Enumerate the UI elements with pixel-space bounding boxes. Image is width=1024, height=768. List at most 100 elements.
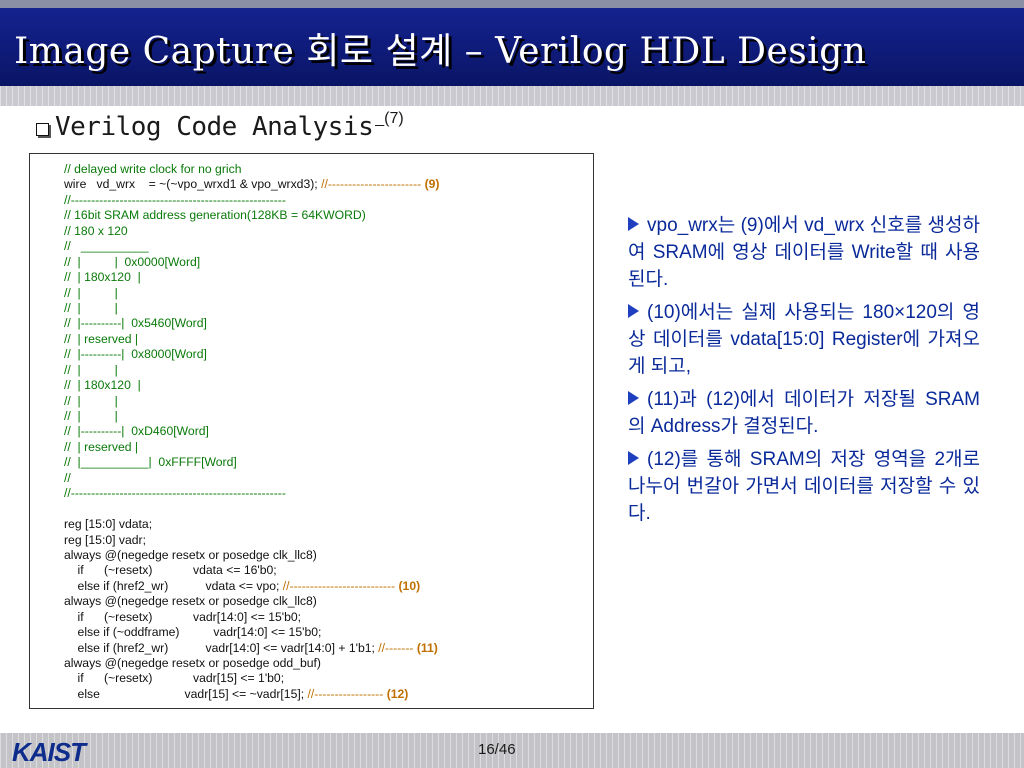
sub-stripe [0,86,1024,106]
code-box: // delayed write clock for no grich wire … [29,153,594,709]
code-segment: // 180 x 120 [64,223,128,238]
code-segment: // | | [64,409,118,423]
code-line: // 16bit SRAM address generation(128KB =… [64,208,439,223]
code-line: //--------------------------------------… [64,193,439,208]
code-line: if (~resetx) vadr[15] <= 1'b0; [64,671,439,686]
page-number: 16/46 [478,741,516,758]
code-segment: // delayed write clock for no grich [64,162,242,176]
code-line: // 180 x 120 [64,224,439,239]
code-segment: else if (href2_wr) vdata <= vpo; [64,578,283,593]
explanation-item: (11)과 (12)에서 데이터가 저장될 SRAM의 Address가 결정된… [628,386,980,440]
code-segment: // __________ [64,239,149,254]
code-line: // [64,471,439,486]
code-line: else if (href2_wr) vdata <= vpo; //-----… [64,579,439,594]
kaist-logo: KAIST [12,737,86,767]
section-heading: Verilog Code Analysis _(7) [36,110,404,142]
explanation-item: vpo_wrx는 (9)에서 vd_wrx 신호를 생성하여 SRAM에 영상 … [628,212,980,293]
title-bar: Image Capture 회로 설계 – Verilog HDL Design [0,8,1024,86]
code-line: else if (href2_wr) vadr[14:0] <= vadr[14… [64,641,439,656]
explanation-text: vpo_wrx는 (9)에서 vd_wrx 신호를 생성하여 SRAM에 영상 … [628,215,980,290]
arrow-bullet-icon [628,304,639,318]
code-line: // |----------| 0x8000[Word] [64,347,439,362]
arrow-bullet-icon [628,391,639,405]
code-line: // |__________| 0xFFFF[Word] [64,455,439,470]
explanation-list: vpo_wrx는 (9)에서 vd_wrx 신호를 생성하여 SRAM에 영상 … [628,212,980,533]
checkbox-bullet-icon [36,123,49,136]
code-segment: else vadr[15] <= ~vadr[15]; [64,686,308,701]
code-segment: reg [15:0] vdata; [64,517,153,532]
code-line: // | | [64,394,439,409]
code-line: if (~resetx) vadr[14:0] <= 15'b0; [64,610,439,625]
code-segment: //----------------- [307,686,387,701]
code-line: if (~resetx) vdata <= 16'b0; [64,563,439,578]
code-line: //--------------------------------------… [64,486,439,501]
code-segment: if (~resetx) vdata <= 16'b0; [64,563,277,578]
code-segment: //--------------------------------------… [64,486,286,501]
code-segment: // | | [64,300,118,315]
explanation-text: (12)를 통해 SRAM의 저장 영역을 2개로 나누어 번갈아 가면서 데이… [628,449,980,524]
top-stripe [0,0,1024,8]
code-segment: (9) [424,177,440,192]
code-line: // | | [64,301,439,316]
code-segment: // | 180x120 | [64,378,141,393]
code-listing: // delayed write clock for no grich wire … [64,162,439,702]
code-segment: // | | [64,285,118,300]
code-segment: (10) [398,578,421,593]
code-line: // | 180x120 | [64,378,439,393]
code-segment: else if (~oddframe) vadr[14:0] <= 15'b0; [64,625,322,640]
code-line: reg [15:0] vadr; [64,533,439,548]
code-line: always @(negedge resetx or posedge clk_l… [64,548,439,563]
code-segment: //------- [378,640,417,655]
code-segment: // | reserved | [64,331,139,346]
code-segment: //-------------------------- [282,578,399,593]
code-line: // | reserved | [64,440,439,455]
code-segment: always @(negedge resetx or posedge odd_b… [64,656,321,670]
arrow-bullet-icon [628,217,639,231]
code-line: // | | [64,409,439,424]
code-segment: always @(negedge resetx or posedge clk_l… [64,594,317,609]
code-segment: (11) [416,640,438,655]
code-line: // delayed write clock for no grich [64,162,439,177]
explanation-text: (11)과 (12)에서 데이터가 저장될 SRAM의 Address가 결정된… [628,389,980,437]
code-line: reg [15:0] vdata; [64,517,439,532]
code-line: // __________ [64,239,439,254]
code-segment: always @(negedge resetx or posedge clk_l… [64,547,317,562]
code-line: else if (~oddframe) vadr[14:0] <= 15'b0; [64,625,439,640]
code-line: // | | 0x0000[Word] [64,255,439,270]
code-segment: wire vd_wrx = ~(~vpo_wrxd1 & vpo_wrxd3); [64,177,322,192]
code-segment: // |----------| 0x8000[Word] [64,347,207,362]
code-segment: // |__________| 0xFFFF[Word] [64,455,237,470]
code-line: // |----------| 0xD460[Word] [64,424,439,439]
code-segment: // 16bit SRAM address generation(128KB =… [64,208,366,223]
code-segment: //--------------------------------------… [64,192,286,207]
code-segment: // | reserved | [64,439,139,454]
code-segment: // | 180x120 | [64,270,141,285]
heading-subscript: _(7) [375,110,404,127]
code-segment: // | | [64,393,118,408]
code-segment: //----------------------- [321,177,425,192]
code-line: // |----------| 0x5460[Word] [64,316,439,331]
code-line: // | | [64,286,439,301]
code-segment: if (~resetx) vadr[14:0] <= 15'b0; [64,609,302,624]
code-segment: // |----------| 0xD460[Word] [64,424,209,439]
explanation-text: (10)에서는 실제 사용되는 180×120의 영상 데이터를 vdata[1… [628,302,980,377]
code-segment: // |----------| 0x5460[Word] [64,316,207,331]
sub-stripe-pattern [0,86,1024,106]
code-line: // | | [64,363,439,378]
code-line [64,502,439,517]
explanation-item: (10)에서는 실제 사용되는 180×120의 영상 데이터를 vdata[1… [628,299,980,380]
code-segment: // | | 0x0000[Word] [64,254,201,269]
code-line: always @(negedge resetx or posedge clk_l… [64,594,439,609]
code-segment: reg [15:0] vadr; [64,532,146,547]
arrow-bullet-icon [628,451,639,465]
code-segment: if (~resetx) vadr[15] <= 1'b0; [64,671,285,686]
code-line: // | 180x120 | [64,270,439,285]
code-line: always @(negedge resetx or posedge odd_b… [64,656,439,671]
slide-title: Image Capture 회로 설계 – Verilog HDL Design [14,31,867,72]
explanation-item: (12)를 통해 SRAM의 저장 영역을 2개로 나누어 번갈아 가면서 데이… [628,446,980,527]
heading-text: Verilog Code Analysis [55,112,374,142]
code-line: // | reserved | [64,332,439,347]
code-line: wire vd_wrx = ~(~vpo_wrxd1 & vpo_wrxd3);… [64,177,439,192]
code-segment: else if (href2_wr) vadr[14:0] <= vadr[14… [64,640,379,655]
